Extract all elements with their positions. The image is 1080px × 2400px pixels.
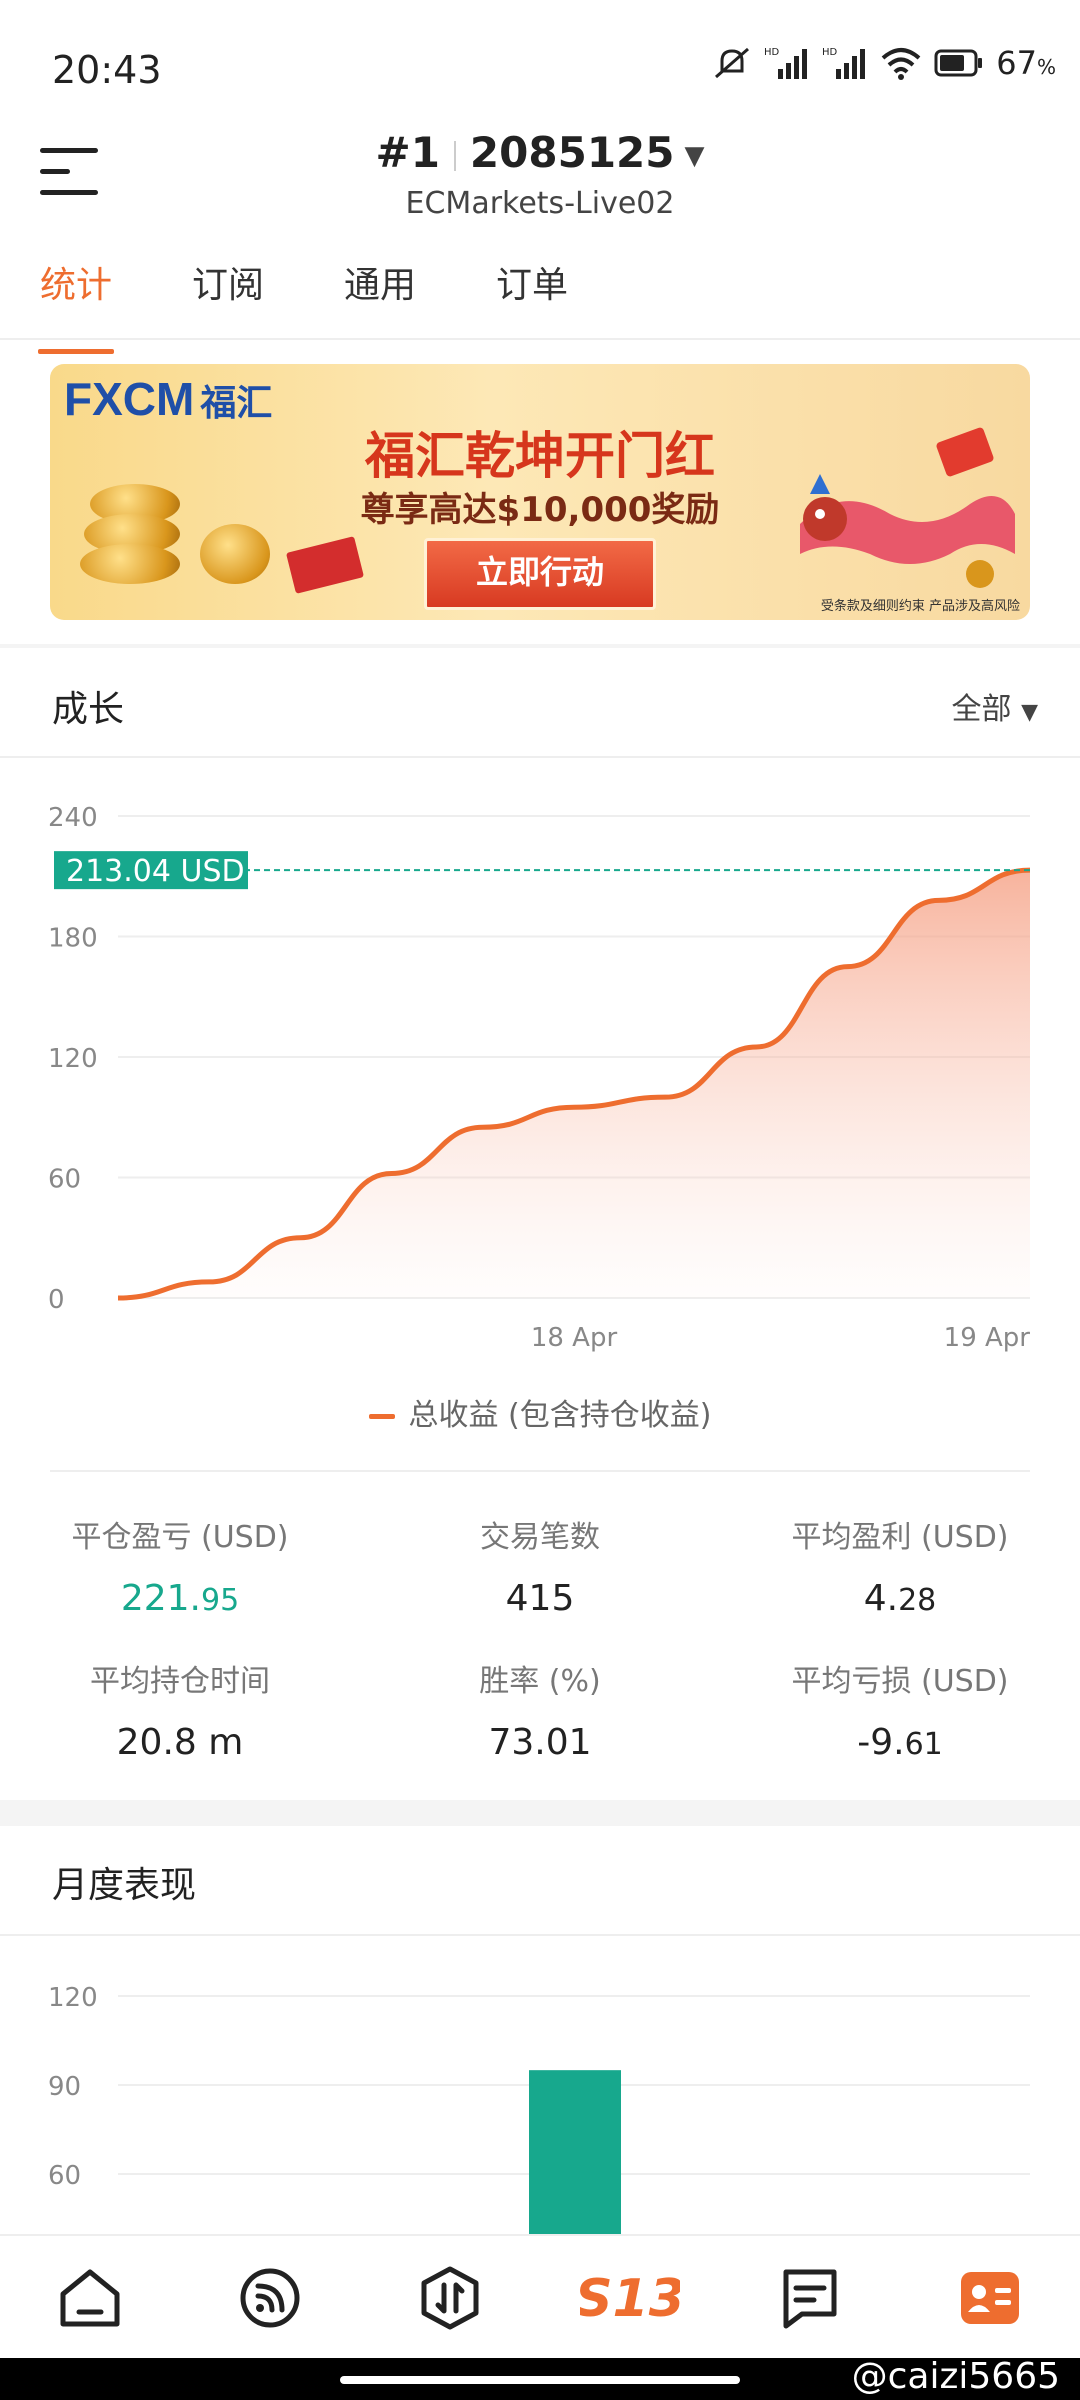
- caret-down-icon: ▼: [1021, 700, 1038, 725]
- divider: [0, 1934, 1080, 1936]
- s13-logo-icon: S13: [580, 2269, 680, 2328]
- stat-value: 415: [505, 1578, 575, 1619]
- stat-value: 20.8 m: [116, 1722, 244, 1763]
- divider: [50, 1470, 1030, 1472]
- stat-avg-profit: 平均盈利 (USD) 4.28: [720, 1512, 1080, 1619]
- account-selector[interactable]: #1 2085125 ▼: [0, 128, 1080, 177]
- x-tick-label: 19 Apr: [944, 1323, 1031, 1353]
- stat-label: 平均盈利 (USD): [791, 1520, 1009, 1555]
- red-envelope-icon: [285, 536, 365, 594]
- gold-ingot-icon: [200, 524, 270, 584]
- signal-icon: [240, 2268, 300, 2328]
- home-indicator[interactable]: [340, 2376, 740, 2384]
- banner-cta-button[interactable]: 立即行动: [424, 538, 656, 610]
- stat-trade-count: 交易笔数 415: [360, 1512, 720, 1619]
- stat-win-rate: 胜率 (%) 73.01: [360, 1656, 720, 1763]
- nav-signals[interactable]: [210, 2258, 330, 2338]
- stat-avg-hold-time: 平均持仓时间 20.8 m: [0, 1656, 360, 1763]
- stat-label: 平仓盈亏 (USD): [71, 1520, 289, 1555]
- tab-orders[interactable]: 订单: [456, 252, 608, 338]
- status-bar: 20:43 HD HD 67%: [0, 0, 1080, 130]
- monthly-title: 月度表现: [52, 1865, 197, 1906]
- stat-value: 221.95: [120, 1578, 240, 1619]
- wifi-icon: [881, 48, 921, 80]
- section-gap: [0, 1800, 1080, 1826]
- profile-icon: [961, 2272, 1019, 2324]
- watermark: @caizi5665: [851, 2356, 1060, 2397]
- promo-banner[interactable]: FXCM 福汇 福汇乾坤开门红 尊享高达$10,000奖励 立即行动 受条款及细则…: [50, 364, 1030, 620]
- account-server: ECMarkets-Live02: [405, 186, 675, 221]
- battery-icon: [934, 49, 983, 77]
- tab-bar: 统计 订阅 通用 订单: [0, 252, 1080, 354]
- banner-disclaimer: 受条款及细则约束 产品涉及高风险: [820, 599, 1020, 614]
- account-number: #1: [375, 128, 440, 177]
- x-tick-label: 18 Apr: [531, 1323, 618, 1353]
- y-tick-label: 120: [48, 1983, 98, 2013]
- svg-text:S13: S13: [580, 2269, 680, 2328]
- signal-hd-icon: HD: [764, 47, 808, 79]
- tab-stats[interactable]: 统计: [0, 252, 152, 354]
- monthly-bar: [529, 2070, 621, 2234]
- stat-label: 交易笔数: [480, 1520, 600, 1555]
- status-icons: HD HD 67%: [712, 44, 1056, 82]
- y-tick-label: 60: [48, 1165, 81, 1195]
- nav-messages[interactable]: [750, 2258, 870, 2338]
- home-icon: [60, 2269, 120, 2327]
- mute-icon: [715, 47, 750, 79]
- svg-text:HD: HD: [822, 47, 838, 58]
- y-tick-label: 0: [48, 1285, 65, 1315]
- stat-closed-pnl: 平仓盈亏 (USD) 221.95: [0, 1512, 360, 1619]
- chevron-down-icon: ▼: [684, 140, 705, 171]
- legend-swatch: [368, 1414, 395, 1419]
- bottom-nav: S13: [0, 2234, 1080, 2360]
- nav-profile[interactable]: [930, 2258, 1050, 2338]
- status-time: 20:43: [52, 48, 162, 92]
- battery-level: 67%: [996, 44, 1056, 82]
- chart-legend: 总收益 (包含持仓收益): [0, 1390, 1080, 1434]
- y-tick-label: 90: [48, 2072, 81, 2102]
- monthly-chart: 60 90 120: [48, 1983, 1030, 2234]
- current-value-label: 213.04 USD: [66, 854, 245, 889]
- dragon-icon: [800, 427, 1015, 588]
- growth-chart: 0 60 120 180 240 18 Apr 19 Apr 213.04 USD: [48, 803, 1031, 1353]
- nav-trade[interactable]: [390, 2258, 510, 2338]
- nav-s13[interactable]: S13: [570, 2258, 690, 2338]
- stat-avg-loss: 平均亏损 (USD) -9.61: [720, 1656, 1080, 1763]
- trade-icon: [421, 2266, 479, 2330]
- account-id: 2085125: [469, 128, 675, 177]
- stat-value: 4.28: [863, 1578, 937, 1619]
- stat-value: 73.01: [488, 1722, 592, 1763]
- stat-label: 平均持仓时间: [90, 1664, 270, 1699]
- svg-text:HD: HD: [764, 47, 780, 58]
- y-tick-label: 180: [48, 924, 98, 954]
- y-tick-label: 120: [48, 1044, 98, 1074]
- stat-label: 平均亏损 (USD): [791, 1664, 1009, 1699]
- nav-home[interactable]: [30, 2258, 150, 2338]
- divider: [0, 756, 1080, 758]
- tab-general[interactable]: 通用: [304, 252, 456, 338]
- growth-filter-dropdown[interactable]: 全部 ▼: [952, 684, 1038, 728]
- tab-subscribe[interactable]: 订阅: [152, 252, 304, 338]
- stat-value: -9.61: [857, 1722, 943, 1763]
- signal-hd-icon: HD: [822, 47, 866, 79]
- stat-label: 胜率 (%): [479, 1664, 601, 1699]
- y-tick-label: 60: [48, 2161, 81, 2191]
- y-tick-label: 240: [48, 803, 98, 833]
- growth-title: 成长: [52, 689, 125, 730]
- section-gap: [0, 644, 1080, 648]
- message-icon: [783, 2269, 837, 2329]
